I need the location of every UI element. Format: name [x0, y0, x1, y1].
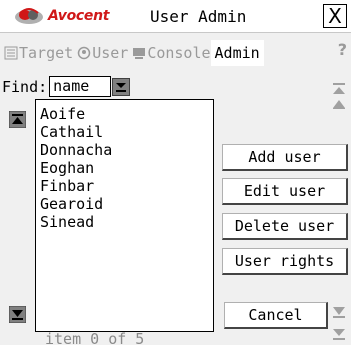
- brand-name: Avocent: [48, 8, 110, 24]
- window-title: User Admin: [150, 7, 247, 26]
- list-item[interactable]: Gearoid: [40, 195, 213, 213]
- page-scroll-bottom-icon[interactable]: [332, 327, 346, 341]
- edit-user-button[interactable]: Edit user: [222, 178, 348, 205]
- list-item[interactable]: Aoife: [40, 105, 213, 123]
- list-item[interactable]: Cathail: [40, 123, 213, 141]
- page-scroll-down-icon[interactable]: [332, 305, 346, 319]
- console-icon: [133, 48, 146, 59]
- cancel-button[interactable]: Cancel: [224, 302, 328, 329]
- user-icon: [77, 46, 91, 60]
- list-item[interactable]: Finbar: [40, 177, 213, 195]
- find-dropdown-button[interactable]: [112, 77, 131, 96]
- chevron-down-icon: [116, 82, 127, 92]
- list-scroll-down-icon[interactable]: [9, 306, 26, 323]
- list-scroll-up-icon[interactable]: [9, 111, 26, 128]
- find-label: Find:: [2, 77, 48, 96]
- tab-user[interactable]: User: [73, 40, 128, 66]
- user-list[interactable]: Aoife Cathail Donnacha Eoghan Finbar Gea…: [35, 99, 214, 332]
- tab-bar: Target User Console Admin ?: [0, 40, 351, 66]
- list-item[interactable]: Sinead: [40, 213, 213, 231]
- list-item[interactable]: Eoghan: [40, 159, 213, 177]
- find-field[interactable]: name: [49, 76, 112, 97]
- target-icon: [4, 46, 18, 60]
- tab-user-label: User: [92, 44, 129, 62]
- close-button[interactable]: X: [323, 4, 347, 28]
- avocent-logo: Avocent: [14, 7, 109, 25]
- tab-console[interactable]: Console: [128, 40, 211, 66]
- item-count-status: item 0 of 5: [45, 330, 145, 345]
- tab-admin-label: Admin: [214, 44, 260, 62]
- add-user-button[interactable]: Add user: [222, 144, 348, 171]
- tab-console-label: Console: [147, 44, 211, 62]
- title-bar: Avocent User Admin X: [0, 0, 351, 33]
- help-icon[interactable]: ?: [338, 40, 347, 59]
- close-icon: X: [328, 4, 342, 28]
- list-item[interactable]: Donnacha: [40, 141, 213, 159]
- tab-target[interactable]: Target: [0, 40, 73, 66]
- page-scroll-up-icon[interactable]: [332, 96, 346, 110]
- user-rights-button[interactable]: User rights: [222, 248, 348, 275]
- avocent-logo-icon: [15, 8, 43, 24]
- find-row: Find: name: [2, 76, 131, 97]
- delete-user-button[interactable]: Delete user: [222, 213, 348, 240]
- tab-admin[interactable]: Admin: [210, 40, 264, 66]
- tab-target-label: Target: [19, 44, 74, 62]
- page-scroll-top-icon[interactable]: [332, 82, 346, 96]
